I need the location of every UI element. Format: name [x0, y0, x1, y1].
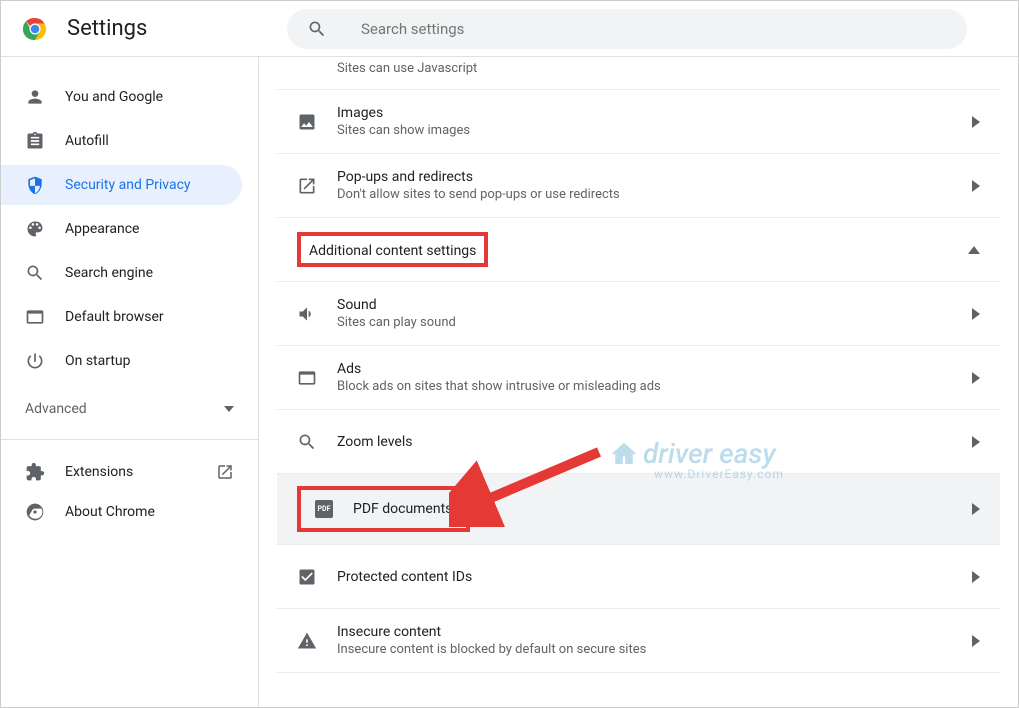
sidebar-item-label: Default browser [65, 309, 164, 325]
sidebar-item-about-chrome[interactable]: About Chrome [1, 492, 258, 532]
highlight-box-pdf: PDF PDF documents [297, 486, 470, 532]
chevron-right-icon [972, 372, 980, 384]
row-title: Zoom levels [337, 434, 972, 450]
sound-icon [297, 304, 317, 324]
row-title: Sound [337, 297, 972, 313]
zoom-icon [297, 432, 317, 452]
row-subtitle: Insecure content is blocked by default o… [337, 642, 972, 657]
row-title: Images [337, 105, 972, 121]
sidebar-item-label: Search engine [65, 265, 153, 281]
pdf-icon: PDF [315, 500, 333, 518]
row-popups[interactable]: Pop-ups and redirects Don't allow sites … [277, 154, 1000, 218]
row-title: Pop-ups and redirects [337, 169, 972, 185]
palette-icon [25, 219, 45, 239]
chevron-right-icon [972, 308, 980, 320]
row-title: Insecure content [337, 624, 972, 640]
row-insecure-content[interactable]: Insecure content Insecure content is blo… [277, 609, 1000, 673]
sidebar-item-on-startup[interactable]: On startup [1, 341, 242, 381]
clipboard-icon [25, 131, 45, 151]
row-title: PDF documents [353, 501, 452, 517]
sidebar-item-label: On startup [65, 353, 131, 369]
chevron-right-icon [972, 116, 980, 128]
chevron-down-icon [224, 406, 234, 412]
row-javascript[interactable]: Sites can use Javascript [277, 57, 1000, 90]
row-images[interactable]: Images Sites can show images [277, 90, 1000, 154]
sidebar-item-search-engine[interactable]: Search engine [1, 253, 242, 293]
sidebar-item-label: Autofill [65, 133, 109, 149]
sidebar-item-label: About Chrome [65, 504, 155, 520]
row-subtitle: Sites can play sound [337, 315, 972, 330]
row-zoom-levels[interactable]: Zoom levels [277, 410, 1000, 474]
row-ads[interactable]: Ads Block ads on sites that show intrusi… [277, 346, 1000, 410]
sidebar-item-extensions[interactable]: Extensions [1, 452, 258, 492]
browser-icon [25, 307, 45, 327]
sidebar-item-label: Extensions [65, 464, 133, 480]
search-icon [25, 263, 45, 283]
chevron-up-icon [968, 246, 980, 254]
sidebar-advanced-toggle[interactable]: Advanced [1, 391, 258, 427]
sidebar-item-security-privacy[interactable]: Security and Privacy [1, 165, 242, 205]
row-protected-content[interactable]: Protected content IDs [277, 545, 1000, 609]
chevron-right-icon [972, 436, 980, 448]
sidebar-item-label: Appearance [65, 221, 139, 237]
power-icon [25, 351, 45, 371]
sidebar: You and Google Autofill Security and Pri… [1, 57, 259, 707]
ads-icon [297, 368, 317, 388]
shield-icon [25, 175, 45, 195]
row-title: Protected content IDs [337, 569, 972, 585]
chrome-logo-icon [23, 17, 47, 41]
row-additional-content-header[interactable]: Additional content settings [277, 218, 1000, 282]
section-title: Additional content settings [309, 243, 476, 259]
highlight-box-additional: Additional content settings [297, 232, 488, 267]
row-pdf-documents[interactable]: PDF PDF documents [277, 474, 1000, 545]
sidebar-item-label: Security and Privacy [65, 177, 191, 193]
chrome-outline-icon [25, 502, 45, 522]
row-title: Ads [337, 361, 972, 377]
search-input[interactable] [361, 20, 947, 38]
row-subtitle: Don't allow sites to send pop-ups or use… [337, 187, 972, 202]
row-subtitle: Block ads on sites that show intrusive o… [337, 379, 972, 394]
sidebar-item-label: You and Google [65, 89, 163, 105]
search-settings-box[interactable] [287, 9, 967, 49]
image-icon [297, 112, 317, 132]
placeholder-icon [297, 57, 317, 77]
sidebar-item-default-browser[interactable]: Default browser [1, 297, 242, 337]
sidebar-item-you-and-google[interactable]: You and Google [1, 77, 242, 117]
chevron-right-icon [972, 571, 980, 583]
page-title: Settings [67, 16, 267, 41]
row-subtitle: Sites can show images [337, 123, 972, 138]
extension-icon [25, 462, 45, 482]
sidebar-item-autofill[interactable]: Autofill [1, 121, 242, 161]
popup-icon [297, 176, 317, 196]
app-header: Settings [1, 1, 1018, 57]
warning-icon [297, 631, 317, 651]
advanced-label: Advanced [25, 401, 87, 417]
chevron-right-icon [972, 503, 980, 515]
row-subtitle: Sites can use Javascript [337, 61, 980, 76]
main-content: Sites can use Javascript Images Sites ca… [259, 57, 1018, 707]
row-sound[interactable]: Sound Sites can play sound [277, 282, 1000, 346]
protected-icon [297, 567, 317, 587]
search-icon [307, 19, 327, 39]
chevron-right-icon [972, 635, 980, 647]
person-icon [25, 87, 45, 107]
chevron-right-icon [972, 180, 980, 192]
sidebar-item-appearance[interactable]: Appearance [1, 209, 242, 249]
open-external-icon [216, 463, 234, 481]
